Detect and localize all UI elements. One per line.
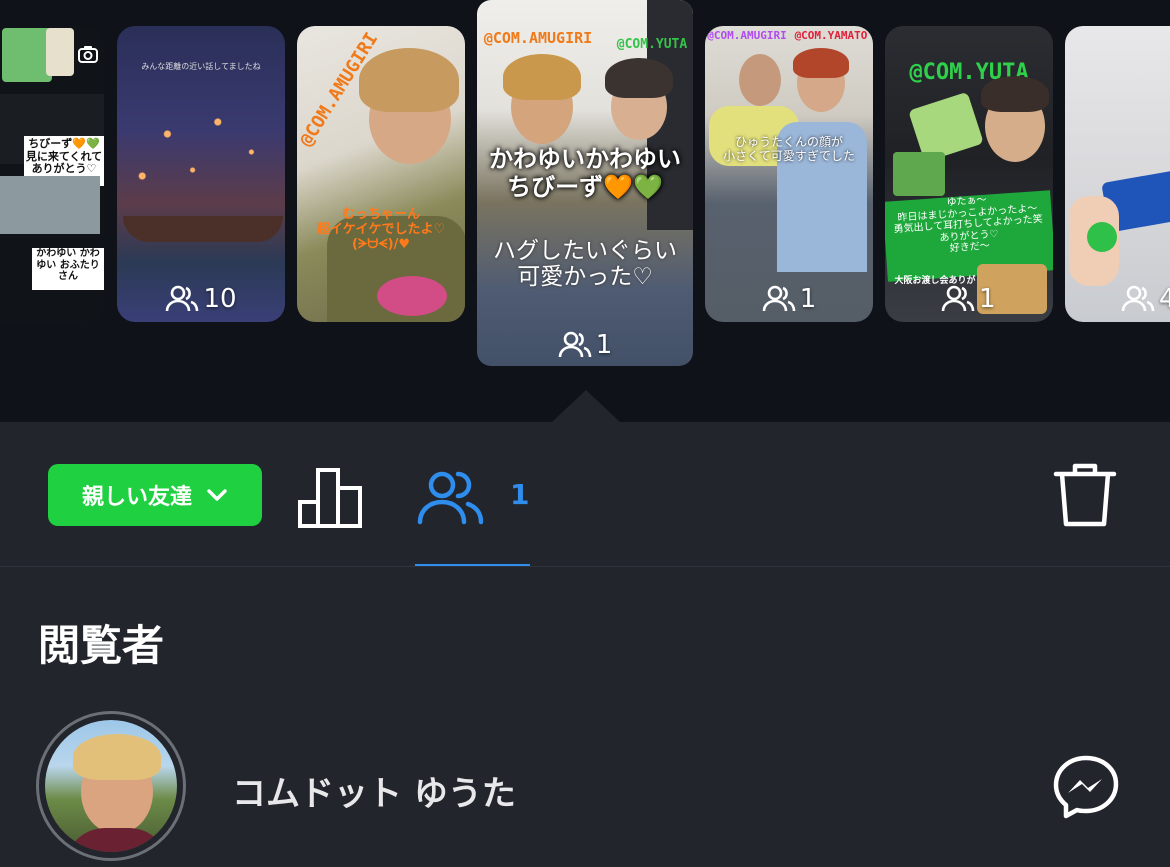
story-viewer-count: 1 — [705, 284, 873, 314]
story-tag: @COM.AMUGIRI — [483, 29, 593, 47]
people-icon — [1121, 285, 1155, 312]
story-viewer-count: 4 — [1065, 284, 1170, 314]
viewer-name[interactable]: コムドット ゆうた — [232, 766, 516, 815]
story-tag: @COM.AMUGIRI — [707, 29, 787, 42]
story-viewer-count: 10 — [117, 284, 285, 314]
insights-tab[interactable] — [296, 466, 366, 528]
story-caption: かわゆいかわゆい ちびーず🧡💚 — [489, 145, 681, 201]
delete-button[interactable] — [1052, 460, 1118, 530]
story-thumbnail[interactable]: 4 — [1065, 26, 1170, 322]
chevron-down-icon — [207, 489, 227, 501]
story-caption: ハグしたいぐらい 可愛かった♡ — [493, 238, 677, 291]
viewer-count: 1 — [510, 478, 530, 511]
story-tag: @COM.YAMATO — [794, 29, 868, 42]
story-thumbnail[interactable]: みんな距離の近い話してましたね 10 — [117, 26, 285, 322]
selection-caret — [552, 390, 620, 422]
story-tag: @COM.YUTA — [616, 37, 688, 52]
audience-label: 親しい友達 — [81, 485, 192, 510]
camera-icon[interactable] — [76, 42, 100, 66]
story-thumbnail[interactable]: @COM.AMUGIRI むっちゃーん 超イケイケでしたよ♡ (ᗒᗨᗕ)/♥ — [297, 26, 465, 322]
story-strip[interactable]: ちびーず🧡💚 見に来てくれて ありがとう♡ かわゆい かわゆい おふたりさん み… — [0, 0, 1170, 422]
avatar[interactable] — [36, 711, 186, 861]
story-caption: むっちゃーん 超イケイケでしたよ♡ (ᗒᗨᗕ)/♥ — [316, 207, 446, 252]
story-caption: かわゆい かわゆい おふたりさん — [32, 248, 104, 290]
story-viewer-count: 1 — [477, 330, 693, 360]
story-caption: ひゅうたくんの顔が 小さくて可愛すぎでした — [723, 135, 855, 163]
people-icon — [762, 285, 796, 312]
story-thumbnail-selected[interactable]: @COM.AMUGIRI @COM.YUTA かわゆいかわゆい ちびーず🧡💚 ハ… — [477, 0, 693, 366]
people-icon — [417, 471, 484, 525]
people-icon — [941, 285, 975, 312]
viewers-title: 閲覧者 — [38, 621, 165, 670]
message-button[interactable] — [1050, 752, 1122, 824]
story-viewer-count: 1 — [885, 284, 1053, 314]
messenger-icon — [1053, 755, 1119, 819]
story-thumbnail[interactable]: @COM.AMUGIRI @COM.YAMATO ひゅうたくんの顔が 小さくて可… — [705, 26, 873, 322]
section-divider — [0, 566, 1170, 567]
story-thumbnail[interactable]: ちびーず🧡💚 見に来てくれて ありがとう♡ かわゆい かわゆい おふたりさん — [0, 26, 105, 322]
viewers-tab[interactable] — [416, 468, 486, 526]
people-icon — [558, 331, 592, 358]
people-icon — [166, 285, 199, 312]
audience-dropdown-button[interactable]: 親しい友達 — [48, 464, 262, 526]
bar-chart-icon — [298, 468, 362, 528]
story-thumbnail[interactable]: @COM.YUTA ゆたぁ〜 昨日はまじかっこよかったよ〜 勇気出して耳打ちして… — [885, 26, 1053, 322]
trash-icon — [1053, 463, 1117, 527]
story-caption: みんな距離の近い話してましたね — [141, 62, 261, 71]
